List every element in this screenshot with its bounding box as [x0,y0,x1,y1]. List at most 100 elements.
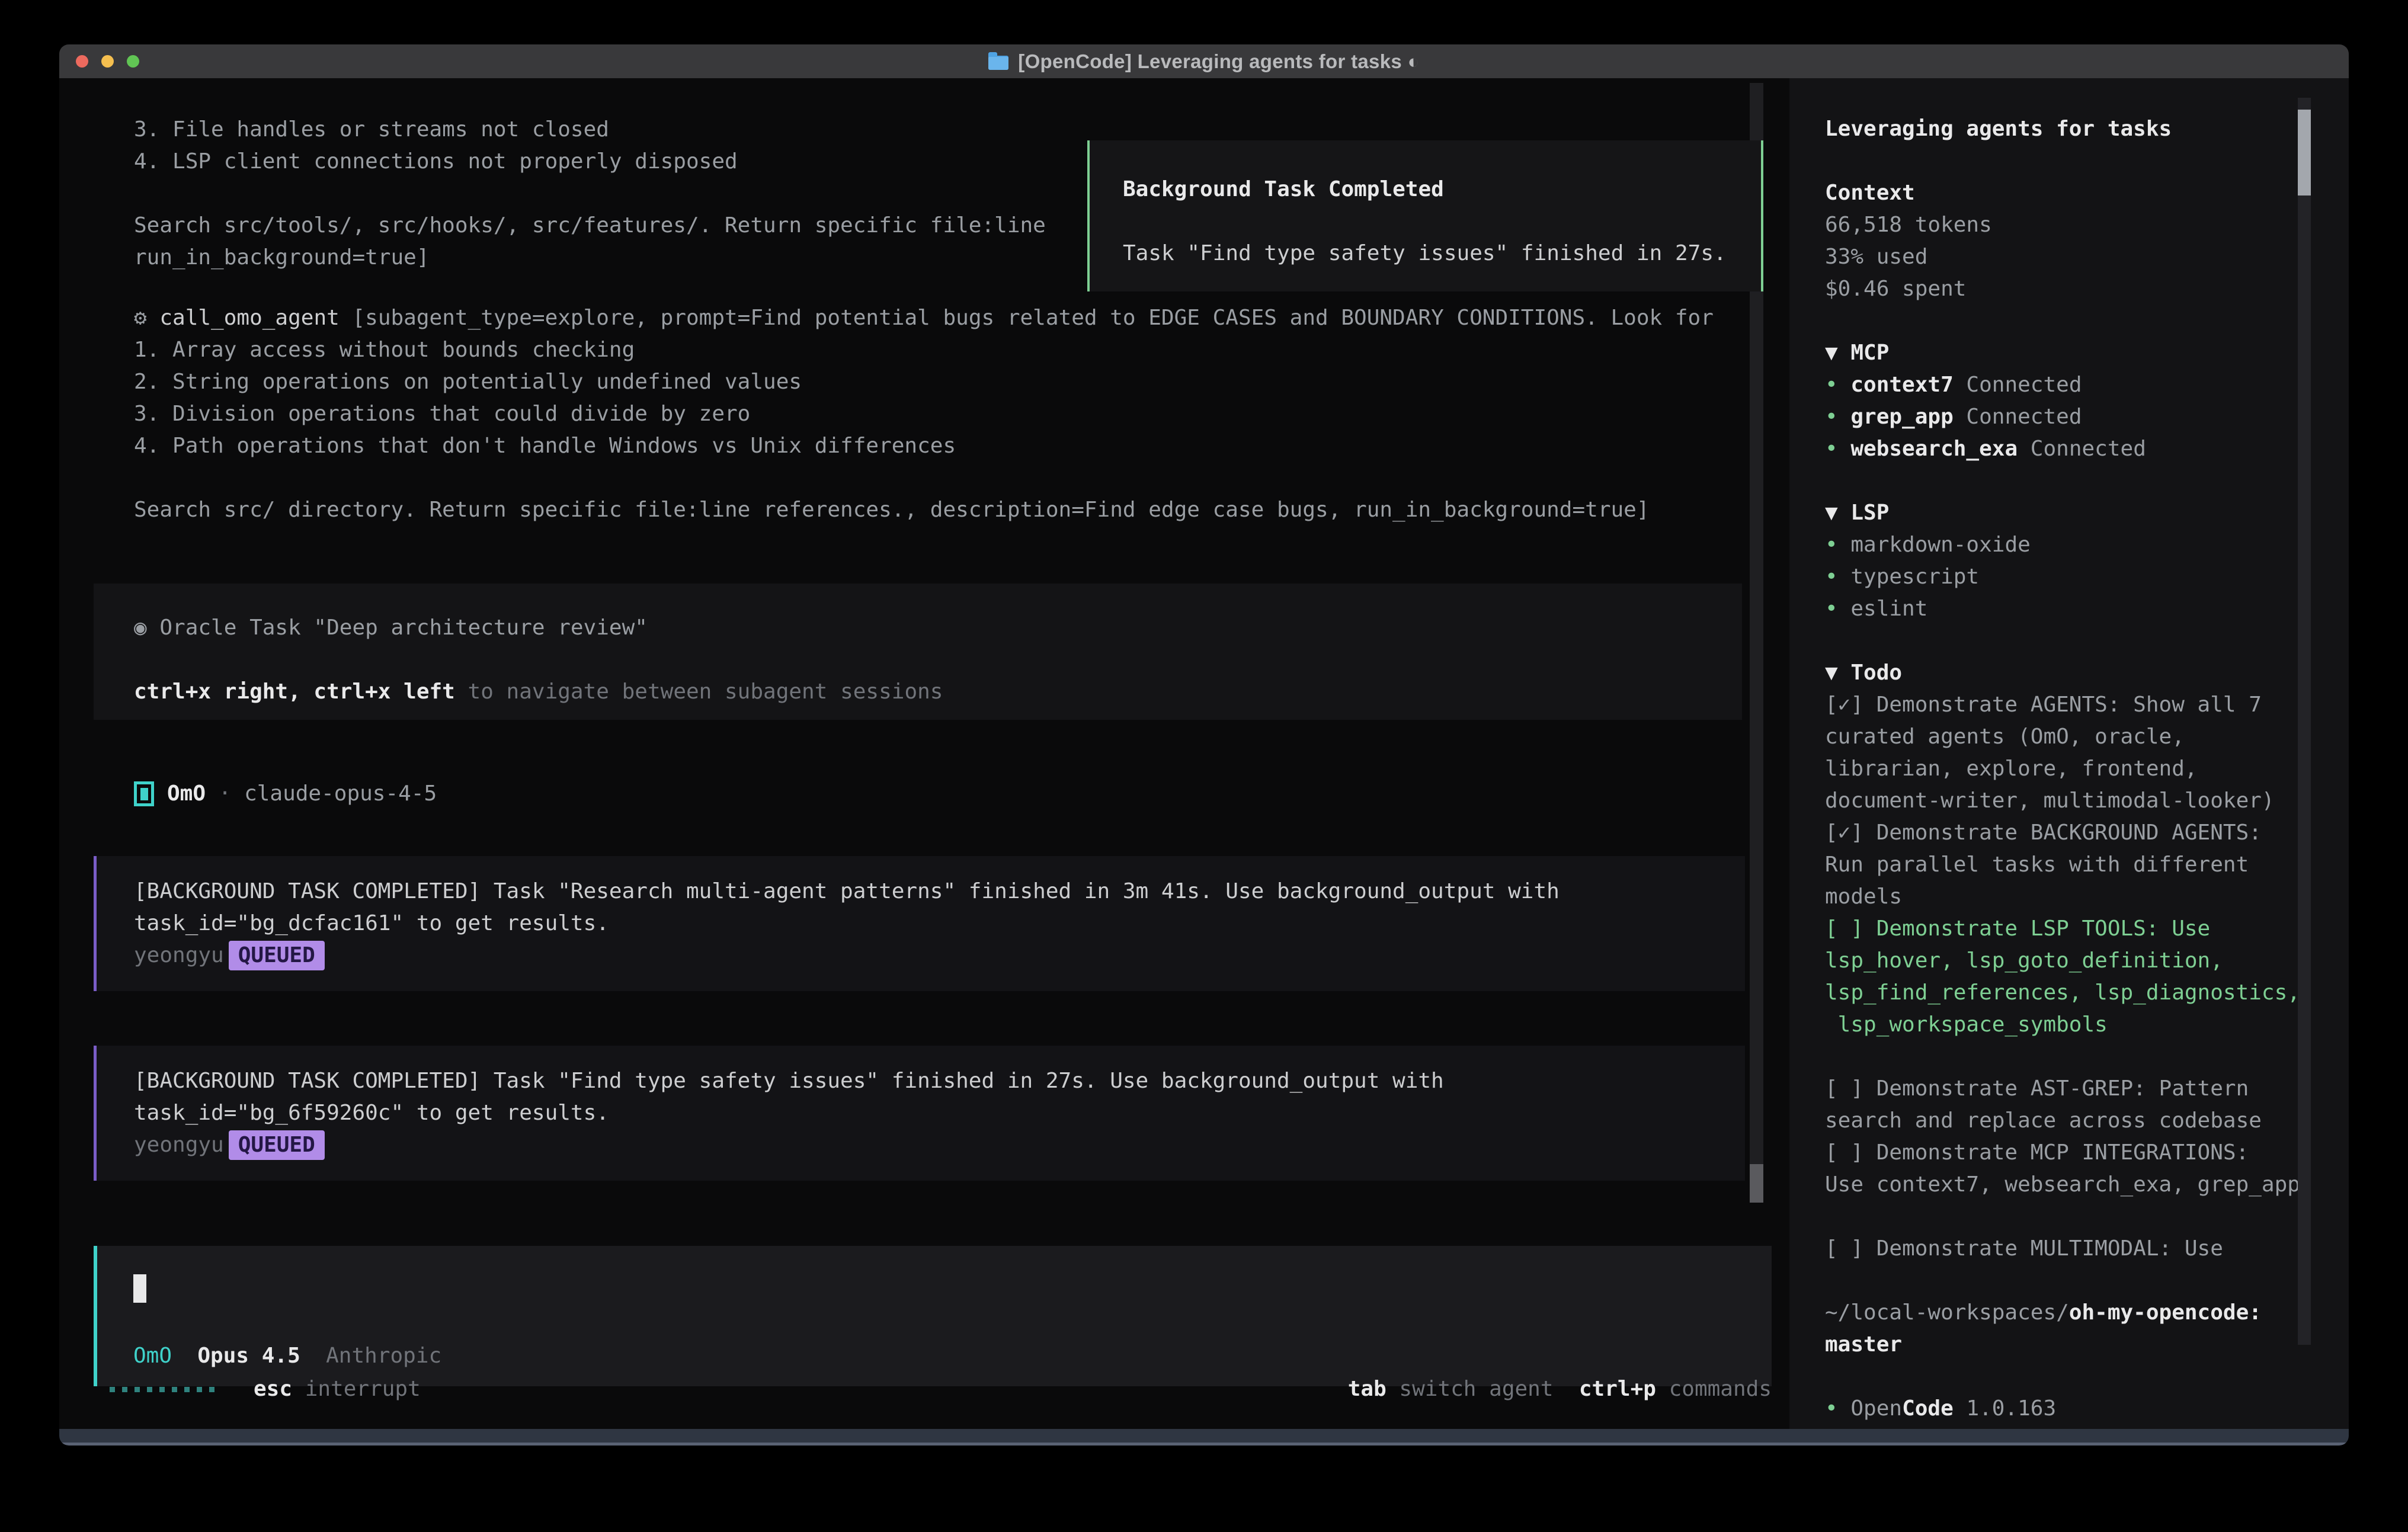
text-line: Use context7, websearch_exa, grep_app [1825,1169,2337,1201]
minimize-button[interactable] [101,55,114,68]
text-line: • typescript [1825,561,2337,593]
text-token: curated agents (OmO, oracle, [1825,725,2185,749]
text-token: 1.0.163 [1954,1396,2056,1421]
text-token: Code [1902,1396,1954,1421]
text-token: document-writer, multimodal-looker) [1825,789,2275,813]
text-line [1825,465,2337,497]
input-cursor [133,1274,146,1303]
text-line: 3. File handles or streams not closed [134,114,1046,146]
status-right-hints: tab switch agent ctrl+p commands [1348,1373,1772,1405]
spinner-dot [197,1387,202,1392]
background-task-message: [BACKGROUND TASK COMPLETED] Task "Find t… [94,1046,1745,1181]
text-line: • OpenCode 1.0.163 [1825,1393,2337,1425]
text-line: $0.46 spent [1825,273,2337,305]
toast-body: Task "Find type safety issues" finished … [1123,238,1761,270]
text-line: run_in_background=true] [134,242,1046,274]
spinner-dot [159,1387,165,1392]
text-line: lsp_workspace_symbols [1825,1009,2337,1041]
spinner-dot [209,1387,214,1392]
main-panel: 3. File handles or streams not closed4. … [59,78,1789,1429]
text-token: interrupt [292,1377,421,1401]
text-line: [ ] Demonstrate MCP INTEGRATIONS: [1825,1137,2337,1169]
traffic-lights [76,55,139,68]
spinner-dot [122,1387,127,1392]
text-line [134,462,1714,494]
spinner-dot [172,1387,177,1392]
text-line: [BACKGROUND TASK COMPLETED] Task "Find t… [134,1065,1745,1097]
text-token: [BACKGROUND TASK COMPLETED] Task "Resear… [134,879,1560,903]
text-token: lsp_find_references, lsp_diagnostics, [1825,980,2300,1005]
sidebar-scrollbar-thumb[interactable] [2298,110,2311,195]
prompt-input[interactable]: OmO Opus 4.5 Anthropic [94,1246,1772,1386]
text-line: • grep_app Connected [1825,401,2337,433]
section-toggle[interactable]: ▼ Todo [1825,657,2337,689]
text-line: esc interrupt [254,1373,421,1405]
text-token: master [1825,1332,1902,1357]
status-badge: QUEUED [229,941,325,970]
toast-notification[interactable]: Background Task Completed Task "Find typ… [1087,140,1763,291]
text-token: • [1825,1396,1850,1421]
toast-title: Background Task Completed [1123,174,1761,206]
text-token: switch agent [1386,1377,1554,1401]
text-token: claude-opus-4-5 [244,781,437,806]
background-task-message: [BACKGROUND TASK COMPLETED] Task "Resear… [94,856,1745,991]
text-line: 33% used [1825,241,2337,273]
section-toggle[interactable]: ▼ MCP [1825,337,2337,369]
text-line: lsp_hover, lsp_goto_definition, [1825,945,2337,977]
text-token: oh-my-opencode: [2069,1300,2262,1325]
text-line [134,178,1046,210]
text-token: Open [1850,1396,1902,1421]
text-token: ▼ LSP [1825,501,1889,525]
text-token: OmO [133,1344,172,1368]
text-line: master [1825,1329,2337,1361]
title-wrap: [OpenCode] Leveraging agents for tasks ◐ [988,50,1419,73]
text-line: Run parallel tasks with different [1825,849,2337,881]
zoom-button[interactable] [127,55,139,68]
text-line [1825,1201,2337,1233]
main-scrollbar-thumb[interactable] [1750,1164,1763,1203]
text-token: lsp_hover, lsp_goto_definition, [1825,948,2223,973]
text-token: Search src/tools/, src/hooks/, src/featu… [134,213,1046,238]
text-token: search and replace across codebase [1825,1108,2262,1133]
text-token: ◉ Oracle Task "Deep architecture review" [134,616,648,640]
text-line: document-writer, multimodal-looker) [1825,785,2337,817]
text-line: Search src/ directory. Return specific f… [134,494,1714,526]
status-bar: esc interrupt tab switch agent ctrl+p co… [59,1373,1772,1405]
close-button[interactable] [76,55,88,68]
text-token: yeongyu [134,1133,224,1157]
text-line: 4. LSP client connections not properly d… [134,146,1046,178]
text-line: ~/local-workspaces/oh-my-opencode: [1825,1297,2337,1329]
text-line: ⚙ call_omo_agent [subagent_type=explore,… [134,302,1714,334]
text-token: context7 [1850,373,1953,397]
text-line: lsp_find_references, lsp_diagnostics, [1825,977,2337,1009]
text-token: Connected [1954,373,2082,397]
call-omo-agent-block: ⚙ call_omo_agent [subagent_type=explore,… [134,302,1714,526]
status-left: esc interrupt [110,1373,421,1405]
text-token: Run parallel tasks with different [1825,852,2249,877]
sidebar-content: Leveraging agents for tasks Context 66,518… [1825,113,2337,1425]
text-line [1825,305,2337,337]
text-line: task_id="bg_dcfac161" to get results. [134,908,1745,940]
oracle-task-panel: ◉ Oracle Task "Deep architecture review"… [94,584,1742,720]
spinner-dots [110,1387,222,1392]
opencode-window: [OpenCode] Leveraging agents for tasks ◐… [59,44,2349,1446]
text-token: yeongyu [134,943,224,967]
text-line [1825,1265,2337,1297]
text-token: Leveraging agents for tasks [1825,117,2172,141]
text-token: • [1825,597,1850,621]
agent-header: OmO · claude-opus-4-5 [134,778,437,810]
text-line: OmO Opus 4.5 Anthropic [133,1340,441,1372]
agent-header-text: OmO · claude-opus-4-5 [167,778,437,810]
text-token: 66,518 tokens [1825,213,1992,237]
text-line: [ ] Demonstrate AST-GREP: Pattern [1825,1073,2337,1105]
text-token: librarian, explore, frontend, [1825,757,2198,781]
text-line [1825,145,2337,177]
text-token: [ ] Demonstrate MULTIMODAL: Use [1825,1236,2223,1261]
text-token: [subagent_type=explore, prompt=Find pote… [340,306,1714,330]
sidebar-scrollbar[interactable] [2298,98,2311,1345]
text-token: task_id="bg_6f59260c" to get results. [134,1101,609,1125]
titlebar[interactable]: [OpenCode] Leveraging agents for tasks ◐ [59,44,2349,78]
text-line: Leveraging agents for tasks [1825,113,2337,145]
section-toggle[interactable]: ▼ LSP [1825,497,2337,529]
text-line: Context [1825,177,2337,209]
